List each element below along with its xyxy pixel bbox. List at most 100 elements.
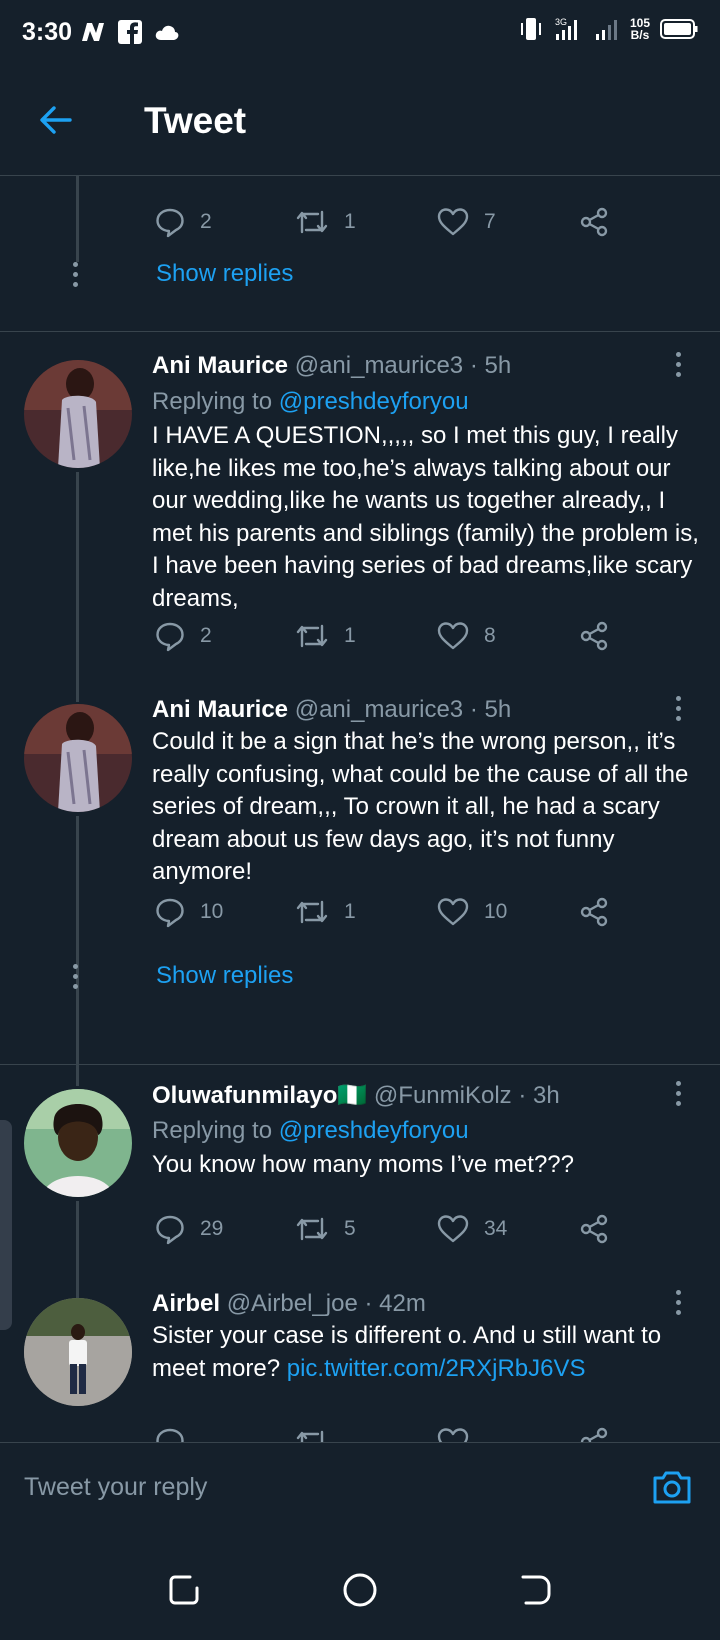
like-button[interactable]: 7 [436, 202, 496, 242]
like-icon [437, 622, 469, 650]
thread-collapse-dots [73, 262, 79, 292]
reply-button[interactable]: 29 [154, 1209, 223, 1249]
author-name[interactable]: Oluwafunmilayo [152, 1082, 337, 1109]
share-button[interactable] [578, 616, 610, 656]
reply-button[interactable] [154, 1422, 186, 1442]
thread-line [76, 1201, 79, 1301]
signal-3g-icon: 3G [555, 17, 577, 40]
retweet-button[interactable]: 1 [294, 892, 356, 932]
replying-to-mention[interactable]: @preshdeyforyou [279, 1117, 469, 1144]
page-title: Tweet [144, 100, 247, 141]
author-name[interactable]: Ani Maurice [152, 696, 288, 723]
reply-feed[interactable]: 2 1 7 Show replies Ani Maurice @ani_maur… [0, 176, 720, 1442]
tweet-actions: 2 1 8 [154, 616, 624, 656]
like-button[interactable]: 10 [436, 892, 507, 932]
share-button[interactable] [578, 1209, 610, 1249]
avatar[interactable] [24, 704, 132, 812]
reply-input[interactable] [24, 1465, 624, 1509]
tweet-header: Ani Maurice @ani_maurice3 · 5h [152, 696, 511, 724]
replying-to-mention[interactable]: @preshdeyforyou [279, 388, 469, 415]
back-arrow-icon [40, 106, 72, 134]
share-icon [580, 897, 608, 927]
reply-icon [156, 622, 184, 652]
system-nav-bar [0, 1534, 720, 1640]
author-name[interactable]: Ani Maurice [152, 352, 288, 379]
more-icon [676, 1081, 681, 1086]
svg-text:3G: 3G [555, 17, 567, 27]
tweet-actions: 2 1 7 [154, 202, 624, 242]
retweet-icon [296, 1430, 324, 1442]
like-icon [437, 208, 469, 236]
reply-button[interactable]: 10 [154, 892, 223, 932]
reply-button[interactable]: 2 [154, 202, 212, 242]
avatar[interactable] [24, 1089, 132, 1197]
avatar-photo [24, 1298, 132, 1406]
reply-icon [156, 208, 184, 238]
avatar[interactable] [24, 1298, 132, 1406]
edge-panel-handle[interactable] [0, 1120, 12, 1330]
like-count: 10 [484, 900, 508, 923]
share-icon [580, 1427, 608, 1442]
replying-to-label: Replying to [152, 388, 273, 415]
home-button[interactable] [340, 1570, 380, 1610]
status-time: 3:30 [22, 18, 73, 46]
status-system-icons: 3G 105 B/s [518, 16, 698, 42]
reply-button[interactable]: 2 [154, 616, 212, 656]
reply-icon [156, 1428, 184, 1442]
share-button[interactable] [578, 1422, 610, 1442]
divider [0, 331, 720, 332]
like-count: 7 [484, 210, 496, 233]
retweet-count: 1 [344, 624, 356, 647]
author-handle[interactable]: @ani_maurice3 [295, 352, 463, 379]
author-handle[interactable]: @Airbel_joe [227, 1290, 358, 1317]
author-handle[interactable]: @FunmiKolz [374, 1082, 512, 1109]
retweet-button[interactable]: 1 [294, 202, 356, 242]
media-link[interactable]: pic.twitter.com/2RXjRbJ6VS [287, 1355, 586, 1382]
like-button[interactable]: 34 [436, 1209, 507, 1249]
like-count: 8 [484, 624, 496, 647]
back-button[interactable] [34, 98, 78, 142]
retweet-icon [296, 210, 328, 234]
more-options-button[interactable] [676, 1081, 684, 1111]
tweet-actions: 29 5 34 [154, 1209, 624, 1249]
tweet-text: Sister your case is different o. And u s… [152, 1320, 702, 1385]
vibrate-icon [520, 18, 541, 40]
tweet-time: · 5h [469, 696, 512, 723]
more-options-button[interactable] [676, 352, 684, 382]
more-options-button[interactable] [676, 696, 684, 726]
reply-composer [0, 1442, 720, 1536]
back-nav-button[interactable] [516, 1570, 556, 1610]
retweet-button[interactable]: 1 [294, 616, 356, 656]
like-button[interactable]: 8 [436, 616, 496, 656]
retweet-button[interactable] [294, 1422, 330, 1442]
share-icon [580, 1214, 608, 1244]
status-notification-icons [80, 20, 180, 44]
recents-icon [169, 1575, 199, 1605]
avatar-photo [24, 704, 132, 812]
recents-button[interactable] [164, 1570, 204, 1610]
camera-button[interactable] [650, 1465, 694, 1509]
retweet-button[interactable]: 5 [294, 1209, 356, 1249]
more-icon [676, 696, 681, 701]
author-handle[interactable]: @ani_maurice3 [295, 696, 463, 723]
replying-to: Replying to @preshdeyforyou [152, 388, 469, 416]
thread-line [76, 816, 79, 1086]
thread-line [76, 472, 79, 702]
like-button[interactable] [436, 1422, 470, 1442]
tweet-time: · 5h [469, 352, 512, 379]
author-name[interactable]: Airbel [152, 1290, 220, 1317]
avatar[interactable] [24, 360, 132, 468]
tweet-header: Ani Maurice @ani_maurice3 · 5h [152, 352, 511, 380]
more-icon [676, 352, 681, 357]
share-button[interactable] [578, 892, 610, 932]
tweet-text: I HAVE A QUESTION,,,,, so I met this guy… [152, 422, 699, 612]
more-options-button[interactable] [676, 1290, 684, 1320]
divider [0, 1064, 720, 1065]
show-replies-link[interactable]: Show replies [156, 962, 293, 990]
home-icon [343, 1573, 377, 1607]
show-replies-link[interactable]: Show replies [156, 260, 293, 288]
battery-icon [660, 19, 698, 39]
replying-to: Replying to @preshdeyforyou [152, 1117, 469, 1145]
share-button[interactable] [578, 202, 610, 242]
header: Tweet [0, 64, 720, 176]
